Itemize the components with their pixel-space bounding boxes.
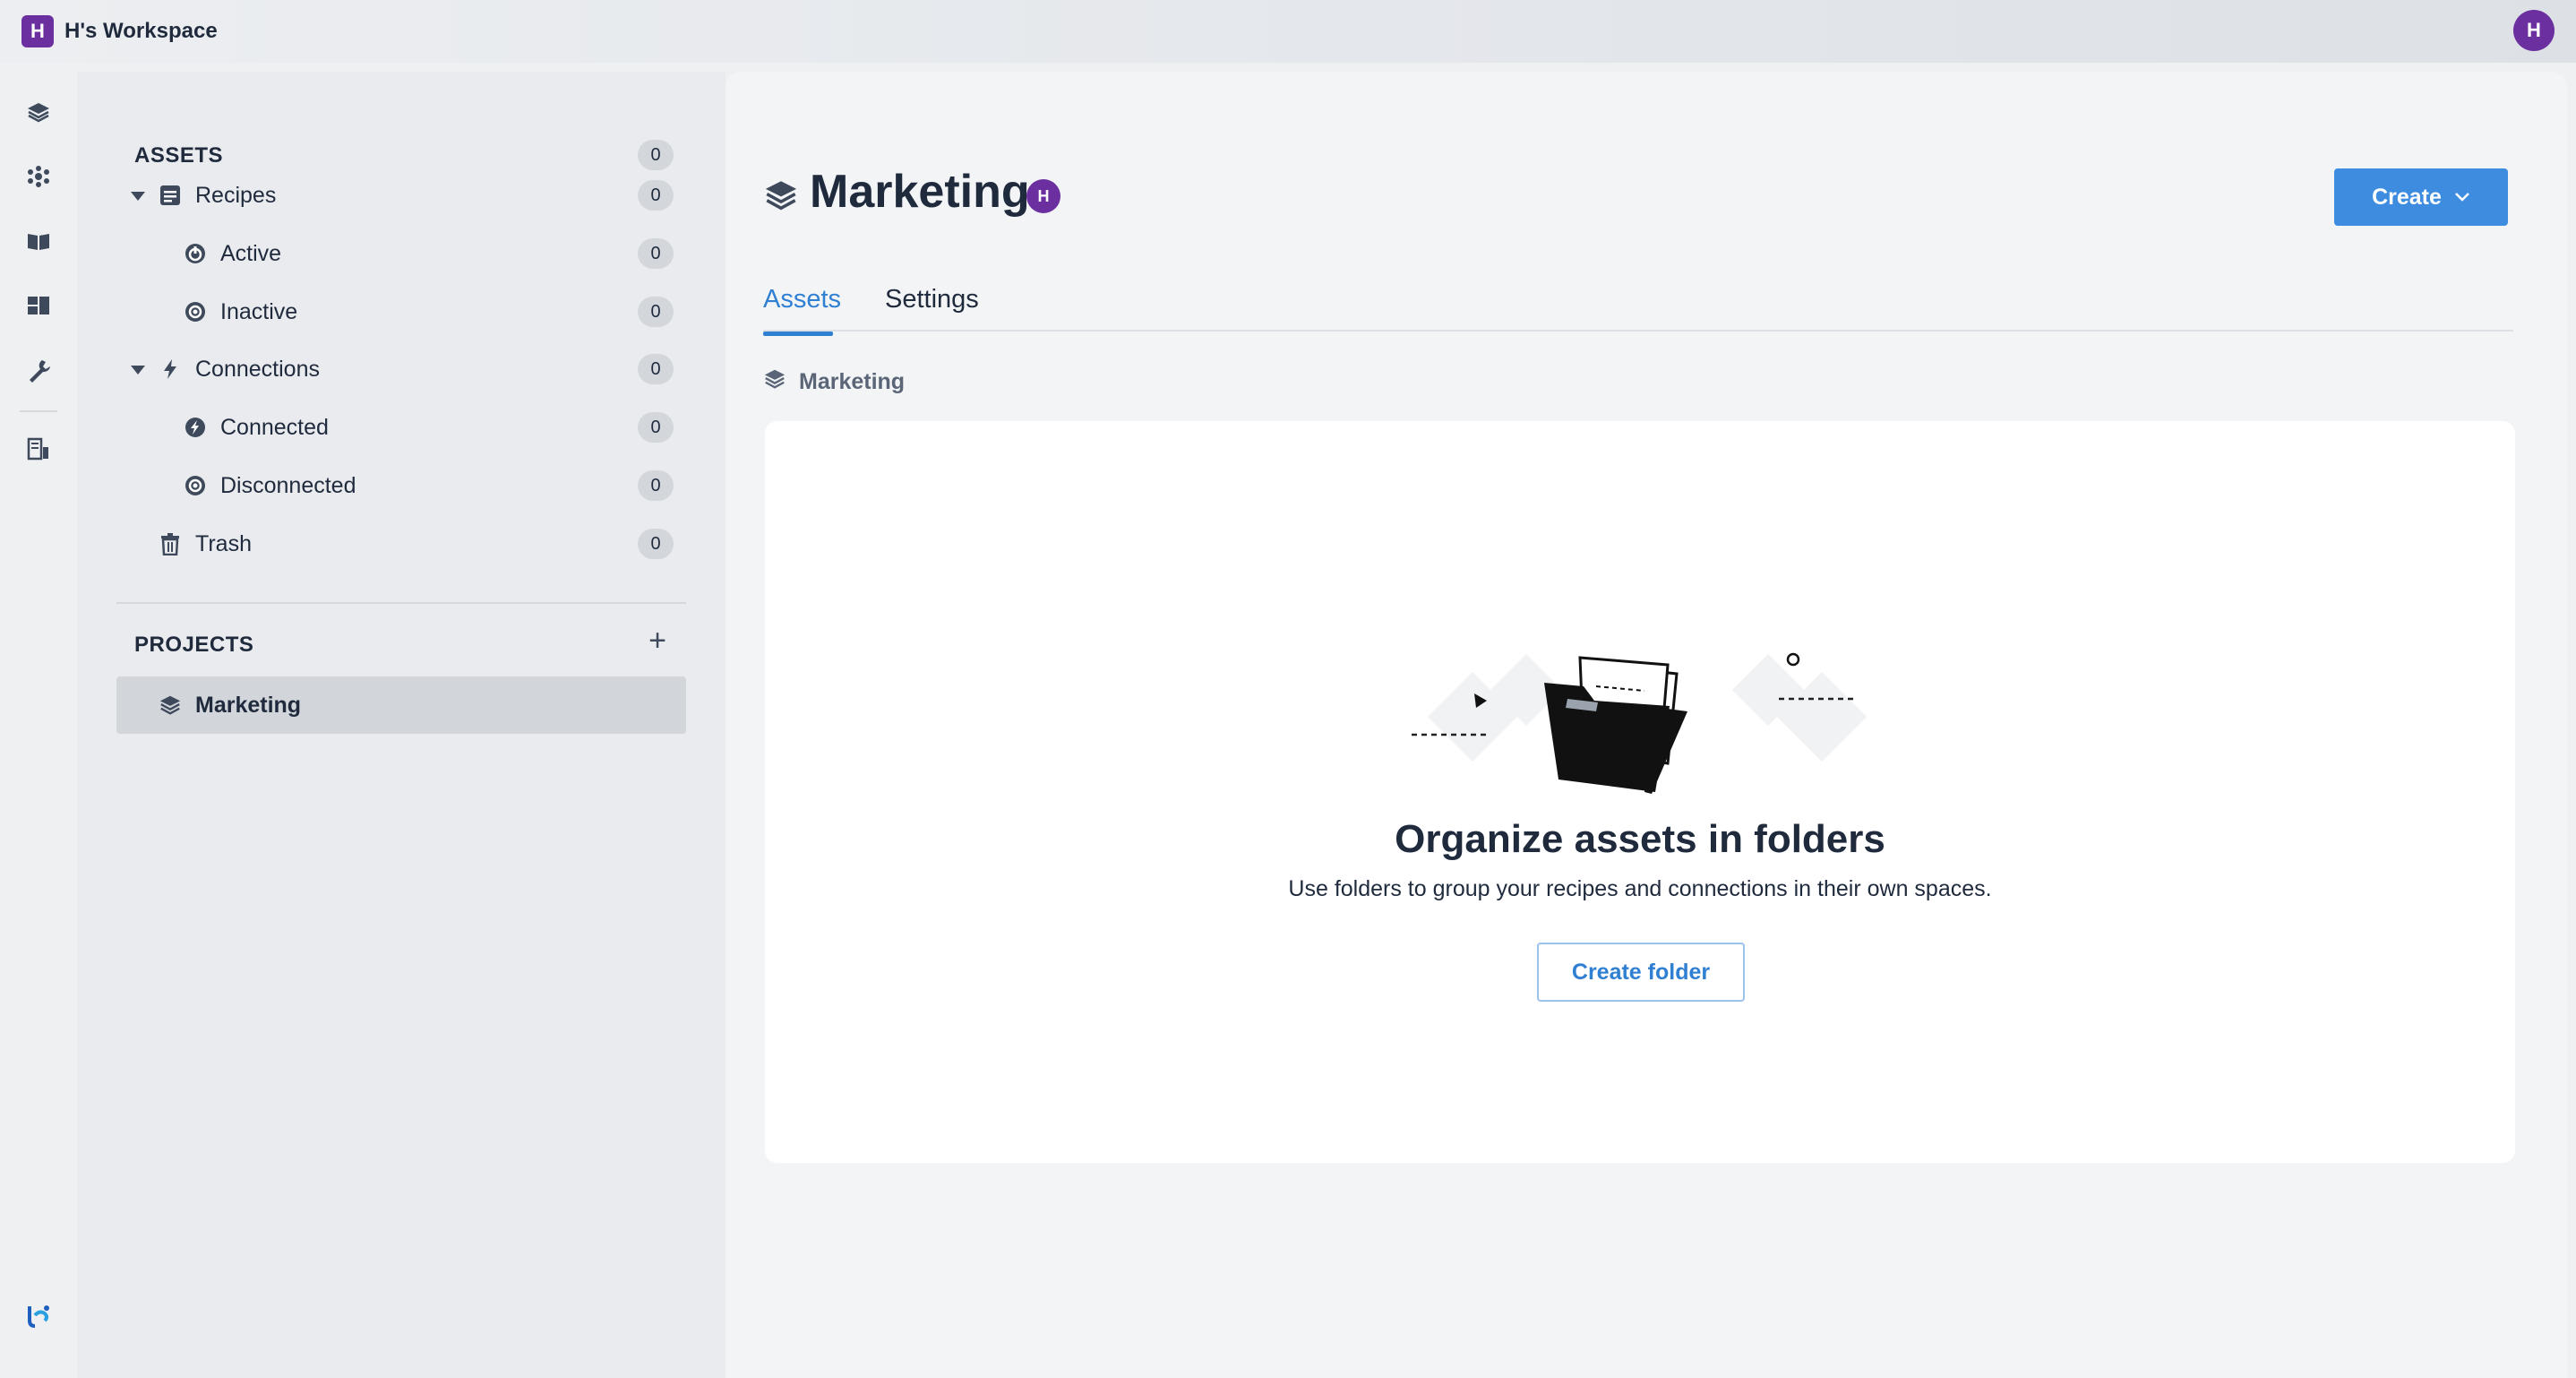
tree-item-label: Connected (220, 414, 329, 440)
empty-state-title: Organize assets in folders (1395, 817, 1885, 861)
projects-heading: PROJECTS (134, 633, 254, 657)
disconnected-icon (183, 473, 208, 498)
tree-item-recipes[interactable]: Recipes 0 (77, 168, 726, 222)
create-button-label: Create (2372, 184, 2442, 210)
active-count: 0 (638, 238, 674, 269)
tree-item-label: Active (220, 240, 282, 266)
tab-label: Settings (885, 285, 979, 314)
assets-panel: ASSETS 0 Recipes 0 Active 0 Inactive 0 C… (77, 72, 726, 1378)
chevron-down-icon[interactable] (131, 366, 145, 375)
recipe-icon (158, 183, 183, 208)
connections-count: 0 (638, 354, 674, 384)
tree-item-label: Connections (195, 356, 320, 382)
assets-count: 0 (638, 140, 674, 170)
lightning-icon (158, 357, 183, 382)
tools-icon[interactable] (23, 355, 54, 385)
project-label: Marketing (195, 693, 302, 718)
project-icon (158, 693, 183, 718)
disconnected-count: 0 (638, 470, 674, 501)
tree-item-label: Disconnected (220, 472, 356, 498)
connected-icon (183, 415, 208, 440)
tree-item-connections[interactable]: Connections 0 (77, 342, 726, 396)
create-button[interactable]: Create (2334, 168, 2508, 226)
power-icon (183, 241, 208, 266)
tab-assets[interactable]: Assets (763, 285, 842, 336)
tab-bar: Assets Settings (763, 280, 2513, 336)
trash-count: 0 (638, 529, 674, 559)
tree-item-connected[interactable]: Connected 0 (77, 400, 726, 454)
docs-icon[interactable] (23, 226, 54, 256)
tree-item-label: Inactive (220, 298, 298, 324)
main-content: Marketing H Create Assets Settings Marke… (726, 72, 2567, 1378)
inactive-count: 0 (638, 297, 674, 327)
tab-label: Assets (763, 285, 842, 314)
tree-item-label: Recipes (195, 182, 277, 208)
stop-icon (183, 299, 208, 324)
tree-item-active[interactable]: Active 0 (77, 227, 726, 280)
page-title: Marketing (810, 166, 1030, 218)
projects-icon[interactable] (23, 97, 54, 127)
workspace-name[interactable]: H's Workspace (64, 19, 218, 44)
project-item-marketing[interactable]: Marketing (116, 676, 686, 734)
create-folder-button[interactable]: Create folder (1537, 943, 1745, 1002)
nav-rail (0, 63, 77, 1378)
empty-state-subtitle: Use folders to group your recipes and co… (1288, 876, 1992, 901)
chevron-down-icon (2455, 193, 2469, 202)
dashboard-icon[interactable] (23, 290, 54, 321)
tree-item-disconnected[interactable]: Disconnected 0 (77, 459, 726, 512)
tree-item-inactive[interactable]: Inactive 0 (77, 285, 726, 339)
connected-count: 0 (638, 412, 674, 443)
panel-divider (116, 602, 686, 604)
add-project-icon[interactable]: + (648, 625, 666, 656)
top-bar: H H's Workspace H (0, 0, 2576, 63)
workspace-badge[interactable]: H (21, 15, 54, 47)
folder-illustration (1412, 652, 1867, 794)
tree-item-trash[interactable]: Trash 0 (77, 517, 726, 571)
empty-state-card: Organize assets in folders Use folders t… (765, 421, 2515, 1163)
breadcrumb[interactable]: Marketing (799, 369, 905, 395)
rail-divider (20, 410, 57, 412)
assets-heading: ASSETS (134, 143, 224, 168)
active-tab-indicator (763, 332, 833, 336)
tab-settings[interactable]: Settings (885, 285, 979, 314)
workato-logo-icon[interactable] (23, 1301, 54, 1331)
automation-icon[interactable] (23, 161, 54, 192)
trash-icon (158, 531, 183, 556)
user-avatar[interactable]: H (2513, 10, 2555, 51)
tree-item-label: Trash (195, 530, 252, 556)
breadcrumb-project-icon (763, 367, 786, 395)
data-icon[interactable] (23, 434, 54, 464)
recipes-count: 0 (638, 180, 674, 211)
chevron-down-icon[interactable] (131, 192, 145, 201)
project-icon (763, 177, 799, 218)
owner-avatar[interactable]: H (1026, 179, 1060, 213)
